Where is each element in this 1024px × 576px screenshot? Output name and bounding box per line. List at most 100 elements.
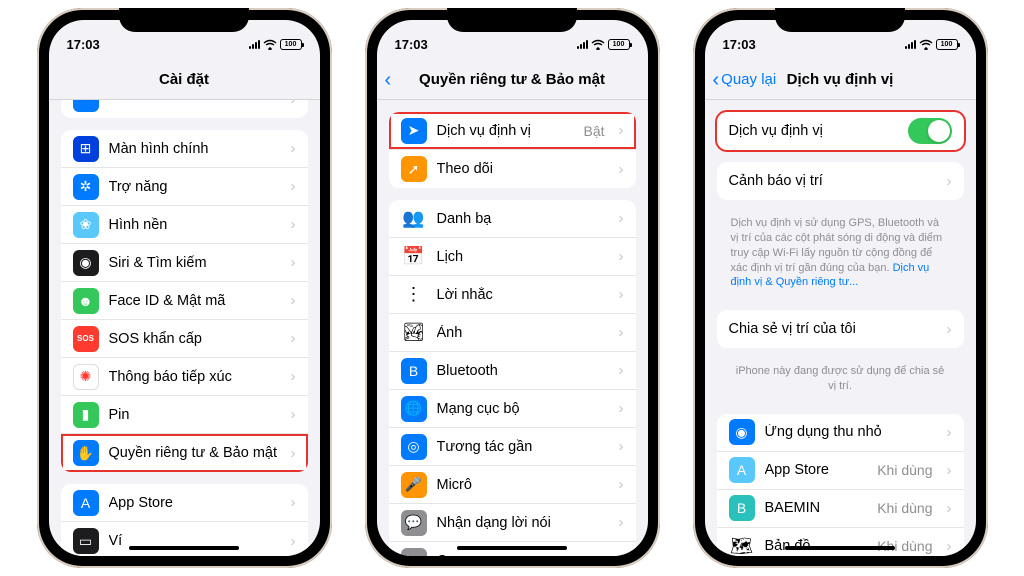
page-title: Dịch vụ định vị [787,71,894,88]
chevron-icon: › [619,122,624,139]
row-detail: Khi dùng [877,500,932,516]
row-icon: SOS [73,326,99,352]
row-label: Pin [109,407,281,423]
list-row[interactable]: ▭Ví› [61,522,308,556]
list-row[interactable]: ✲Trợ năng› [61,168,308,206]
phone-frame-1: 17:03 100 Cài đặt › ⊞Màn hình chính›✲Trợ… [37,8,332,568]
list-row[interactable]: ⊞Màn hình chính› [61,130,308,168]
location-toggle-row[interactable]: Dịch vụ định vị [717,112,964,150]
list-row[interactable]: ☻Face ID & Mật mã› [61,282,308,320]
share-footer: iPhone này đang được sử dụng để chia sẻ … [717,360,964,402]
chevron-icon: › [619,286,624,303]
row-icon: 📅 [401,244,427,270]
list-row[interactable]: ▮Pin› [61,396,308,434]
chevron-icon: › [291,254,296,271]
list-row[interactable]: › [61,100,308,118]
list-row[interactable]: BBAEMINKhi dùng› [717,490,964,528]
chevron-icon: › [291,100,296,108]
row-icon: B [729,495,755,521]
list-row[interactable]: 💬Nhận dạng lời nói› [389,504,636,542]
back-button[interactable]: ‹ [385,70,392,90]
row-label: Quyền riêng tư & Bảo mật [109,445,281,461]
list-row[interactable]: ➚ Theo dõi › [389,150,636,188]
back-button[interactable]: ‹ Quay lại [713,70,777,90]
list-row[interactable]: SOSSOS khẩn cấp› [61,320,308,358]
screen-1: 17:03 100 Cài đặt › ⊞Màn hình chính›✲Trợ… [49,20,320,556]
row-icon: ➤ [401,118,427,144]
list-row[interactable]: ✋ Quyền riêng tư & Bảo mật › [61,434,308,472]
row-label: Lời nhắc [437,287,609,303]
list-row[interactable]: 📅Lịch› [389,238,636,276]
back-label: Quay lại [721,71,776,88]
home-indicator [457,546,567,550]
screen-3: 17:03 100 ‹ Quay lại Dịch vụ định vị Dịc… [705,20,976,556]
chevron-icon: › [619,552,624,556]
row-icon: ☻ [73,288,99,314]
row-label: Thông báo tiếp xúc [109,369,281,385]
row-icon: 🏞 [401,320,427,346]
list-row[interactable]: 🗺Bản đồKhi dùng› [717,528,964,556]
row-label: Danh bạ [437,211,609,227]
screen-2: 17:03 100 ‹ Quyền riêng tư & Bảo mật ➤Dị… [377,20,648,556]
content-1[interactable]: › ⊞Màn hình chính›✲Trợ năng›❀Hình nền›◉S… [49,100,320,556]
chevron-icon: › [291,292,296,309]
location-alerts-row[interactable]: Cảnh báo vị trí › [717,162,964,200]
row-label: Camera [437,553,609,557]
list-row[interactable]: ⋮ Lời nhắc › [389,276,636,314]
nav-bar: ‹ Quay lại Dịch vụ định vị [705,60,976,100]
row-icon: ✋ [73,440,99,466]
alert-label: Cảnh báo vị trí [729,173,937,189]
row-icon: 🎤 [401,472,427,498]
chevron-icon: › [291,445,296,462]
row-label: Trợ năng [109,179,281,195]
toggle-switch[interactable] [908,118,952,144]
status-right: 100 [249,39,302,50]
chevron-icon: › [619,476,624,493]
chevron-icon: › [291,533,296,550]
list-row[interactable]: ◉ Siri & Tìm kiếm › [61,244,308,282]
list-row[interactable]: 🌐Mạng cục bộ› [389,390,636,428]
row-label: Hình nền [109,217,281,233]
chevron-icon: › [619,362,624,379]
chevron-icon: › [947,321,952,338]
signal-icon [905,40,916,49]
chevron-icon: › [619,161,624,178]
row-label: Theo dõi [437,161,609,177]
list-row[interactable]: 👥Danh bạ› [389,200,636,238]
row-icon: ◉ [73,250,99,276]
row-icon: ⋮ [401,282,427,308]
list-row[interactable]: BBluetooth› [389,352,636,390]
content-3[interactable]: Dịch vụ định vị Cảnh báo vị trí › Dịch v… [705,100,976,556]
chevron-icon: › [619,248,624,265]
row-label: Nhận dạng lời nói [437,515,609,531]
status-time: 17:03 [723,37,756,52]
battery-icon: 100 [280,39,302,50]
chevron-icon: › [947,538,952,555]
chevron-left-icon: ‹ [713,70,720,90]
chevron-icon: › [291,178,296,195]
row-label: Ảnh [437,325,609,341]
status-right: 100 [577,39,630,50]
list-row[interactable]: ◎Tương tác gần› [389,428,636,466]
list-row[interactable]: AApp StoreKhi dùng› [717,452,964,490]
content-2[interactable]: ➤Dịch vụ định vịBật› ➚ Theo dõi › 👥Danh bạ›… [377,100,648,556]
privacy-group-1: ➤Dịch vụ định vịBật› ➚ Theo dõi › [389,112,636,188]
nav-bar: Cài đặt [49,60,320,100]
status-time: 17:03 [395,37,428,52]
row-label: Siri & Tìm kiếm [109,255,281,271]
row-label: Màn hình chính [109,141,281,157]
list-row[interactable]: 🎤Micrô› [389,466,636,504]
row-icon: ◎ [401,434,427,460]
status-right: 100 [905,39,958,50]
row-icon: ➚ [401,156,427,182]
list-row[interactable]: ✺Thông báo tiếp xúc› [61,358,308,396]
list-row[interactable]: ◉Ứng dụng thu nhỏ› [717,414,964,452]
list-row[interactable]: ➤Dịch vụ định vịBật› [389,112,636,150]
description-text: Dịch vụ định vị sử dụng GPS, Bluetooth v… [717,212,964,298]
list-row[interactable]: AApp Store› [61,484,308,522]
chevron-icon: › [947,500,952,517]
list-row[interactable]: 🏞Ảnh› [389,314,636,352]
share-location-row[interactable]: Chia sẻ vị trí của tôi › [717,310,964,348]
settings-group-partial: › [61,100,308,118]
list-row[interactable]: ❀Hình nền› [61,206,308,244]
